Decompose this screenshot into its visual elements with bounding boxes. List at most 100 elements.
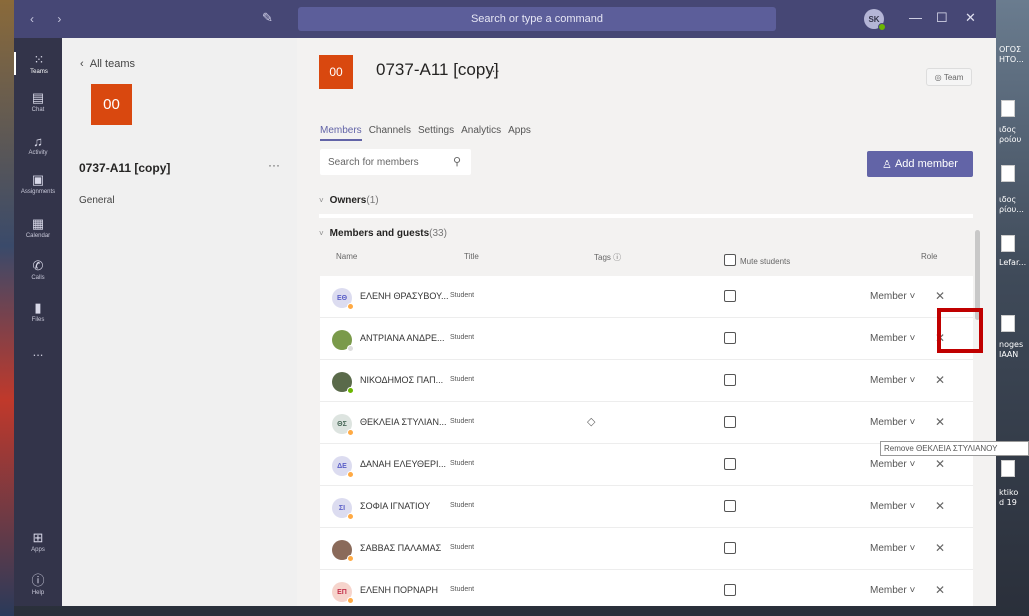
compose-icon[interactable]: ✎ xyxy=(262,10,273,26)
member-title: Student xyxy=(450,418,475,425)
bell-icon: ♫ xyxy=(33,134,43,149)
scrollbar[interactable] xyxy=(975,230,980,320)
owners-section-header[interactable]: ˅ Owners(1) xyxy=(319,195,379,206)
rail-chat[interactable]: ▤ Chat xyxy=(14,90,62,113)
team-more-button[interactable]: ··· xyxy=(268,158,280,172)
chevron-down-icon: ˅ xyxy=(319,229,324,238)
mute-checkbox[interactable] xyxy=(724,416,736,428)
presence-dot xyxy=(347,471,354,478)
table-row: ΣΑΒΒΑΣ ΠΑΛΑΜΑΣ Student Member ˅ ✕ xyxy=(320,528,973,570)
mute-checkbox[interactable] xyxy=(724,584,736,596)
avatar: ΣΙ xyxy=(332,498,354,520)
close-icon[interactable]: ✕ xyxy=(965,10,976,26)
tab-analytics[interactable]: Analytics xyxy=(461,125,501,141)
role-dropdown[interactable]: Member ˅ xyxy=(870,501,915,512)
header-more-button[interactable]: ··· xyxy=(487,63,500,78)
role-dropdown[interactable]: Member ˅ xyxy=(870,585,915,596)
rail-apps[interactable]: ⊞ Apps xyxy=(14,530,62,553)
rail-teams[interactable]: ⁙ Teams xyxy=(14,52,62,75)
search-icon: ⚲ xyxy=(452,156,461,168)
mute-checkbox[interactable] xyxy=(724,542,736,554)
desktop-icon-label: ΟΓΟΣ xyxy=(999,45,1022,54)
role-dropdown[interactable]: Member ˅ xyxy=(870,333,915,344)
remove-member-button[interactable]: ✕ xyxy=(931,455,949,473)
col-mute: Mute students xyxy=(724,252,790,266)
desktop-icon-label: ιδος xyxy=(999,125,1017,134)
info-icon: ⓘ xyxy=(610,253,622,262)
presence-dot xyxy=(347,429,354,436)
avatar xyxy=(332,540,354,562)
highlight-box xyxy=(937,308,983,353)
chevron-down-icon: ˅ xyxy=(906,459,916,470)
phone-icon: ✆ xyxy=(32,258,44,273)
maximize-icon[interactable]: ☐ xyxy=(936,10,948,26)
role-dropdown[interactable]: Member ˅ xyxy=(870,375,915,386)
role-dropdown[interactable]: Member ˅ xyxy=(870,291,915,302)
desktop-file-icon[interactable] xyxy=(1001,460,1015,477)
mute-all-checkbox[interactable] xyxy=(724,254,736,266)
members-section-header[interactable]: ˅ Members and guests(33) xyxy=(319,228,447,239)
remove-member-button[interactable]: ✕ xyxy=(931,413,949,431)
role-dropdown[interactable]: Member ˅ xyxy=(870,417,915,428)
table-row: ΘΣ ΘΕΚΛΕΙΑ ΣΤΥΛΙΑΝ... Student ◇ Member ˅… xyxy=(320,402,973,444)
desktop-file-icon[interactable] xyxy=(1001,165,1015,182)
rail-help[interactable]: ⓘ Help xyxy=(14,570,62,596)
rail-activity[interactable]: ♫ Activity xyxy=(14,134,62,156)
avatar: ΘΣ xyxy=(332,414,354,436)
mute-checkbox[interactable] xyxy=(724,500,736,512)
presence-dot xyxy=(347,387,354,394)
desktop-icon-label: ktiko xyxy=(999,488,1019,497)
desktop-file-icon[interactable] xyxy=(1001,315,1015,332)
chevron-down-icon: ˅ xyxy=(906,417,916,428)
remove-member-button[interactable]: ✕ xyxy=(931,539,949,557)
mute-checkbox[interactable] xyxy=(724,458,736,470)
member-search-input[interactable]: Search for members ⚲ xyxy=(320,149,471,175)
member-name: ΣΑΒΒΑΣ ΠΑΛΑΜΑΣ xyxy=(360,543,442,553)
teams-window: ‹ › ✎ Search or type a command SK — ☐ ✕ … xyxy=(14,0,996,606)
avatar xyxy=(332,372,354,394)
tab-channels[interactable]: Channels xyxy=(369,125,411,141)
member-title: Student xyxy=(450,376,475,383)
member-title: Student xyxy=(450,544,475,551)
table-row: ΕΠ ΕΛΕΝΗ ΠΟΡΝΑΡΗ Student Member ˅ ✕ xyxy=(320,570,973,606)
desktop-left-strip xyxy=(0,0,14,616)
avatar xyxy=(332,330,354,352)
rail-more[interactable]: ... xyxy=(14,344,62,359)
team-name: 0737-A11 [copy] xyxy=(79,161,171,175)
remove-member-button[interactable]: ✕ xyxy=(931,581,949,599)
rail-assignments[interactable]: ▣ Assignments xyxy=(14,172,62,195)
remove-member-button[interactable]: ✕ xyxy=(931,497,949,515)
chevron-down-icon: ˅ xyxy=(906,501,916,512)
rail-calls[interactable]: ✆ Calls xyxy=(14,258,62,281)
desktop-file-icon[interactable] xyxy=(1001,235,1015,252)
rail-calendar[interactable]: ▦ Calendar xyxy=(14,216,62,239)
add-member-button[interactable]: ♙ Add member xyxy=(867,151,973,177)
minimize-icon[interactable]: — xyxy=(909,10,922,25)
role-dropdown[interactable]: Member ˅ xyxy=(870,459,915,470)
channel-general[interactable]: General xyxy=(79,195,115,206)
all-teams-link[interactable]: ‹ All teams xyxy=(80,58,135,70)
tag-icon[interactable]: ◇ xyxy=(587,415,595,428)
team-panel: ‹ All teams 00 0737-A11 [copy] ··· Gener… xyxy=(62,38,297,606)
eye-icon: ◎ xyxy=(934,72,944,82)
mute-checkbox[interactable] xyxy=(724,374,736,386)
role-dropdown[interactable]: Member ˅ xyxy=(870,543,915,554)
apps-icon: ⊞ xyxy=(32,530,44,545)
remove-member-button[interactable]: ✕ xyxy=(931,371,949,389)
mute-checkbox[interactable] xyxy=(724,290,736,302)
back-forward-arrows[interactable]: ‹ › xyxy=(30,12,71,26)
calendar-icon: ▦ xyxy=(31,216,45,231)
tab-members[interactable]: Members xyxy=(320,125,362,141)
chevron-down-icon: ˅ xyxy=(906,543,916,554)
mute-checkbox[interactable] xyxy=(724,332,736,344)
search-input[interactable]: Search or type a command xyxy=(298,7,776,31)
tab-apps[interactable]: Apps xyxy=(508,125,531,141)
assignments-icon: ▣ xyxy=(31,172,45,187)
user-avatar[interactable]: SK xyxy=(864,9,886,31)
remove-member-button[interactable]: ✕ xyxy=(931,287,949,305)
title-bar: ‹ › ✎ Search or type a command SK — ☐ ✕ xyxy=(14,0,996,38)
rail-files[interactable]: ▮ Files xyxy=(14,300,62,323)
tab-settings[interactable]: Settings xyxy=(418,125,454,141)
desktop-file-icon[interactable] xyxy=(1001,100,1015,117)
avatar: ΔΕ xyxy=(332,456,354,478)
